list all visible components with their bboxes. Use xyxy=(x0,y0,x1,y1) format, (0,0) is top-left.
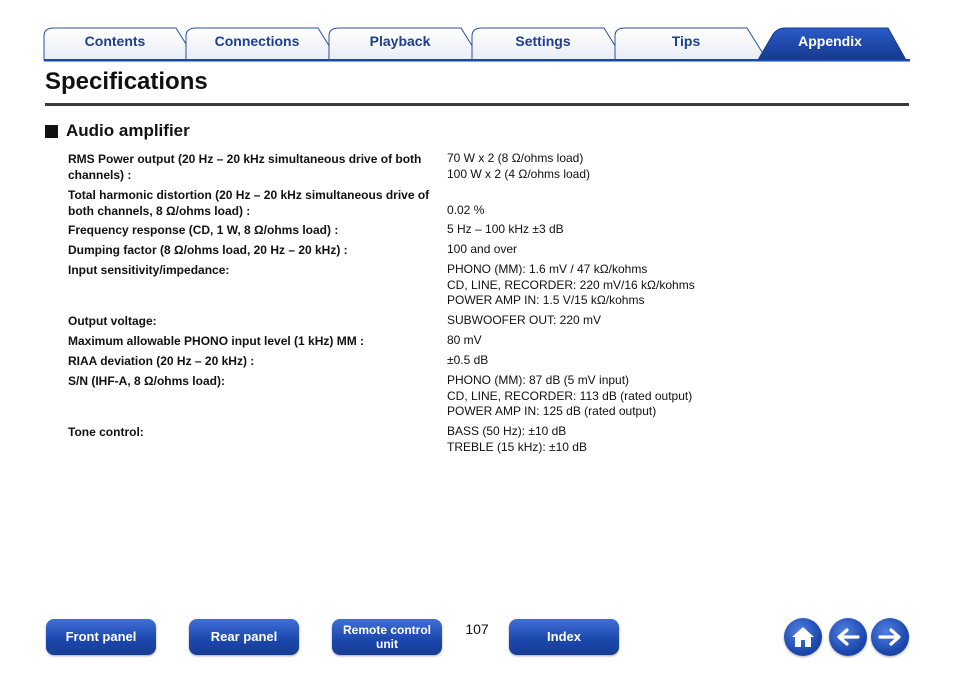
remote-control-label-line1: Remote control xyxy=(342,623,431,637)
spec-value: 70 W x 2 (8 Ω/ohms load) 100 W x 2 (4 Ω/… xyxy=(447,151,867,182)
spec-label: Input sensitivity/impedance: xyxy=(68,263,230,277)
spec-value-line: 100 W x 2 (4 Ω/ohms load) xyxy=(447,166,591,181)
rear-panel-button-label: Rear panel xyxy=(210,629,278,644)
spec-value-line: BASS (50 Hz): ±10 dB xyxy=(447,424,567,438)
front-panel-button[interactable]: Front panel xyxy=(46,619,156,655)
remote-control-unit-button[interactable]: Remote control unit xyxy=(332,619,442,655)
home-button[interactable] xyxy=(784,618,822,656)
tab-settings[interactable]: Settings xyxy=(486,33,600,51)
tab-contents[interactable]: Contents xyxy=(58,33,172,51)
spec-value: PHONO (MM): 1.6 mV / 47 kΩ/kohms CD, LIN… xyxy=(447,262,867,309)
page-number: 107 xyxy=(465,621,489,637)
spec-label: Total harmonic distortion (20 Hz – 20 kH… xyxy=(68,188,430,218)
spec-label: RMS Power output (20 Hz – 20 kHz simulta… xyxy=(68,152,422,182)
spec-value: ±0.5 dB xyxy=(447,353,867,369)
tab-connections[interactable]: Connections xyxy=(200,33,314,51)
tab-baseline xyxy=(44,59,910,62)
rear-panel-button[interactable]: Rear panel xyxy=(189,619,299,655)
front-panel-button-label: Front panel xyxy=(65,629,137,644)
remote-control-label-line2: unit xyxy=(376,637,398,651)
spec-value: 100 and over xyxy=(447,242,867,258)
spec-label: S/N (IHF-A, 8 Ω/ohms load): xyxy=(68,374,225,388)
spec-value-line: PHONO (MM): 87 dB (5 mV input) xyxy=(447,373,630,387)
spec-label: Tone control: xyxy=(68,425,144,439)
tab-appendix[interactable]: Appendix xyxy=(774,33,886,51)
index-button-label: Index xyxy=(547,629,581,644)
spec-value-line: SUBWOOFER OUT: 220 mV xyxy=(447,313,602,327)
spec-value-line: POWER AMP IN: 1.5 V/15 kΩ/kohms xyxy=(447,293,645,307)
section-bullet-icon xyxy=(45,124,58,138)
spec-value-line: 80 mV xyxy=(447,333,482,347)
previous-page-button[interactable] xyxy=(829,618,867,656)
spec-value-line: 5 Hz – 100 kHz ±3 dB xyxy=(447,222,564,236)
spec-value: 80 mV xyxy=(447,333,867,349)
spec-value-line: 70 W x 2 (8 Ω/ohms load) xyxy=(447,151,584,165)
home-icon xyxy=(792,627,814,647)
spec-value-line: ±0.5 dB xyxy=(447,353,489,367)
spec-value: PHONO (MM): 87 dB (5 mV input) CD, LINE,… xyxy=(447,373,867,420)
arrow-right-icon xyxy=(878,628,901,646)
title-divider xyxy=(45,103,909,106)
next-page-button[interactable] xyxy=(871,618,909,656)
section-heading-text: Audio amplifier xyxy=(66,121,190,140)
spec-value: SUBWOOFER OUT: 220 mV xyxy=(447,313,867,329)
spec-value-line: PHONO (MM): 1.6 mV / 47 kΩ/kohms xyxy=(447,262,648,276)
spec-label: RIAA deviation (20 Hz – 20 kHz) : xyxy=(68,354,255,368)
spec-value-line: CD, LINE, RECORDER: 220 mV/16 kΩ/kohms xyxy=(447,277,695,292)
spec-value-line: TREBLE (15 kHz): ±10 dB xyxy=(447,439,587,454)
spec-value: 5 Hz – 100 kHz ±3 dB xyxy=(447,222,867,238)
arrow-left-icon xyxy=(837,628,860,646)
spec-label: Maximum allowable PHONO input level (1 k… xyxy=(68,334,365,348)
page-title: Specifications xyxy=(45,68,208,95)
tab-tips[interactable]: Tips xyxy=(629,33,743,51)
section-heading: Audio amplifier xyxy=(45,121,190,141)
spec-value-line: POWER AMP IN: 125 dB (rated output) xyxy=(447,404,657,418)
spec-label: Dumping factor (8 Ω/ohms load, 20 Hz – 2… xyxy=(68,243,348,257)
tab-playback[interactable]: Playback xyxy=(343,33,457,51)
spec-value: 0.02 % xyxy=(447,203,867,219)
spec-value-line: 100 and over xyxy=(447,242,518,256)
spec-value-line: 0.02 % xyxy=(447,203,485,217)
index-button[interactable]: Index xyxy=(509,619,619,655)
spec-value-line: CD, LINE, RECORDER: 113 dB (rated output… xyxy=(447,388,693,403)
spec-value: BASS (50 Hz): ±10 dB TREBLE (15 kHz): ±1… xyxy=(447,424,867,455)
spec-label: Frequency response (CD, 1 W, 8 Ω/ohms lo… xyxy=(68,223,339,237)
spec-label: Output voltage: xyxy=(68,314,157,328)
